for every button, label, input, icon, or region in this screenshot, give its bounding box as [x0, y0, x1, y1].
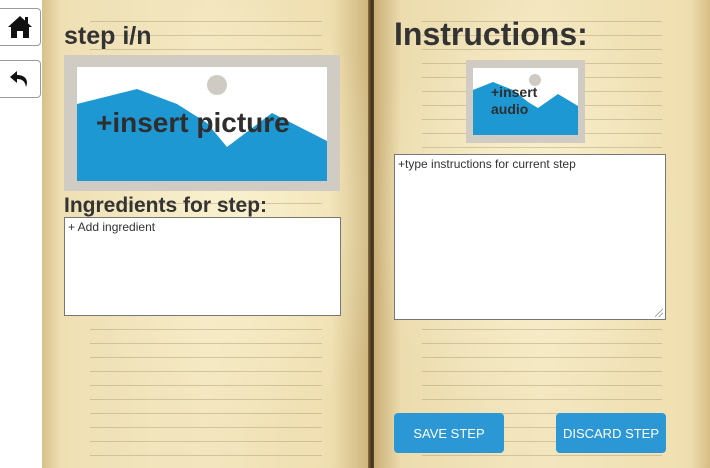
insert-audio-label: +insert audio — [491, 84, 538, 117]
ingredients-heading: Ingredients for step: — [64, 194, 268, 217]
insert-picture-label: +insert picture — [96, 107, 290, 138]
home-icon — [7, 14, 33, 40]
undo-button[interactable] — [0, 60, 41, 98]
step-title: step i/n — [64, 22, 152, 50]
instructions-heading: Instructions: — [394, 16, 588, 52]
undo-icon — [8, 67, 32, 91]
insert-picture-button[interactable]: +insert picture — [64, 55, 340, 191]
add-ingredient-text[interactable]: + Add ingredient — [68, 220, 155, 234]
discard-step-button[interactable]: DISCARD STEP — [556, 413, 666, 453]
instructions-field[interactable]: +type instructions for current step — [394, 154, 666, 320]
resize-handle-icon[interactable] — [655, 309, 663, 317]
insert-audio-button[interactable]: +insert audio — [466, 60, 585, 143]
instructions-placeholder[interactable]: +type instructions for current step — [398, 157, 576, 171]
ingredients-field[interactable]: + Add ingredient — [64, 217, 341, 316]
home-button[interactable] — [0, 8, 41, 46]
save-step-button[interactable]: SAVE STEP — [394, 413, 504, 453]
